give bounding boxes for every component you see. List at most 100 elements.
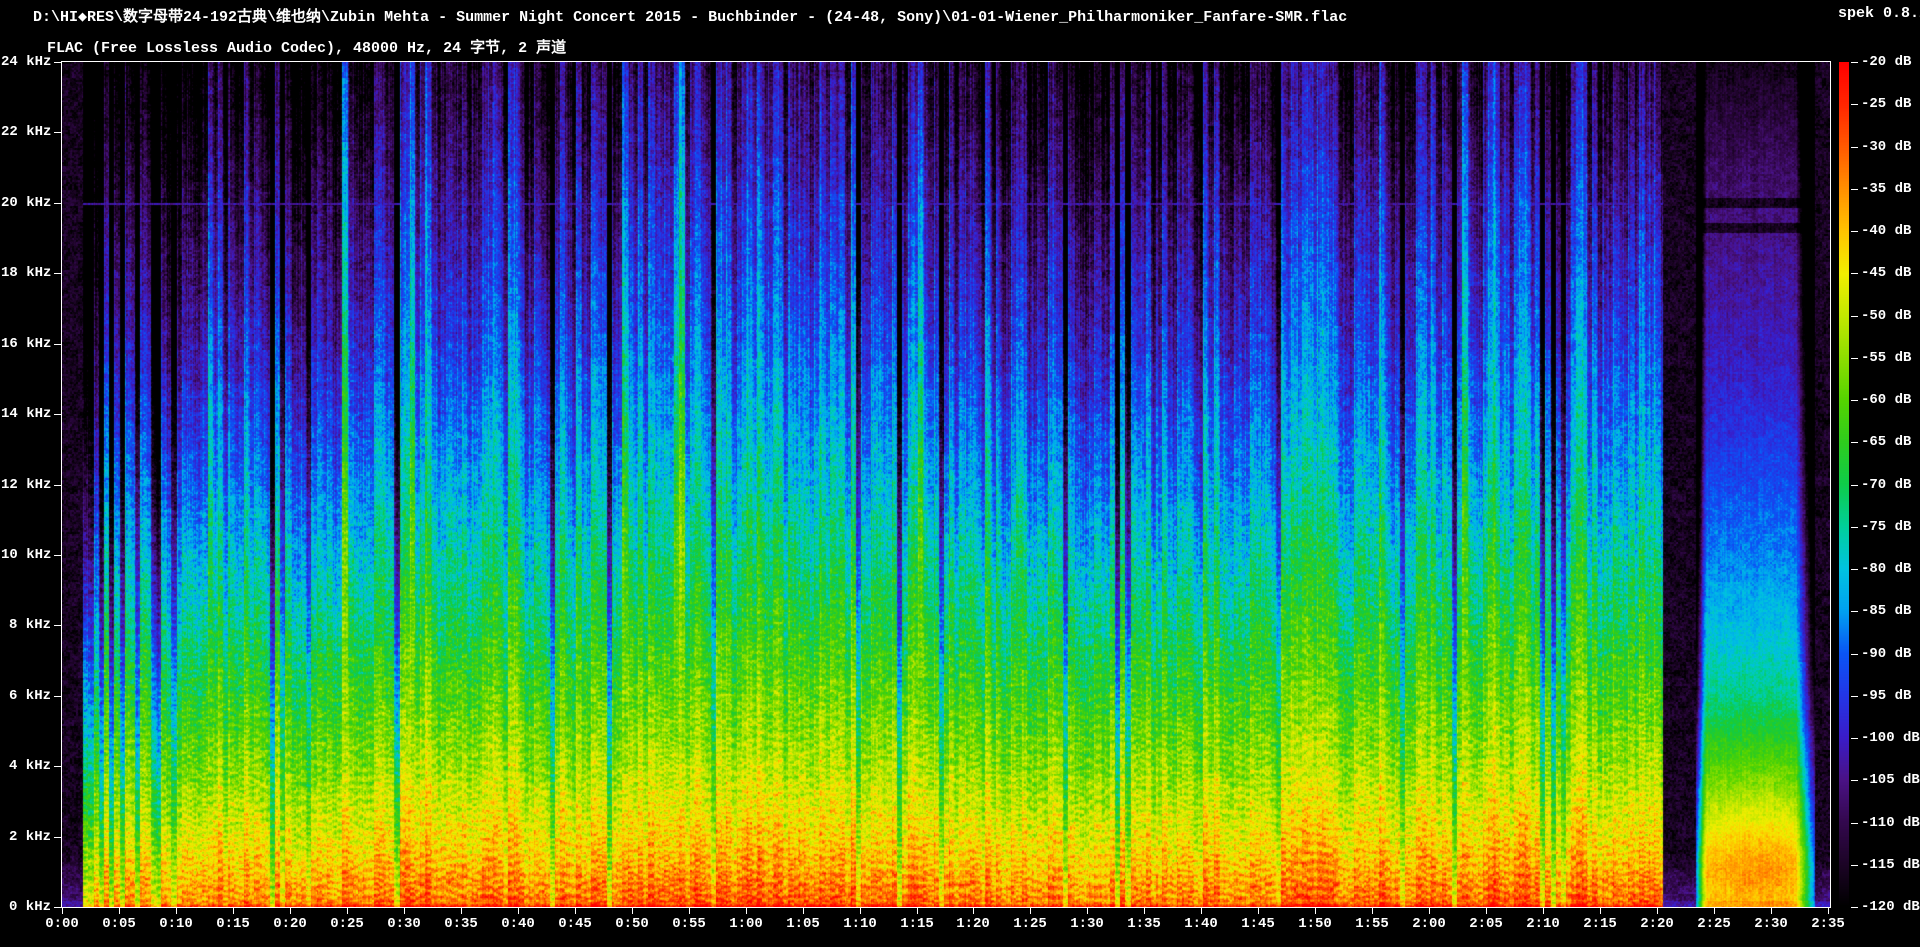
time-tick — [632, 908, 633, 914]
legend-tick-label: -30 dB — [1861, 140, 1911, 154]
time-tick-label: 1:25 — [998, 917, 1062, 931]
legend-tick-label: -55 dB — [1861, 351, 1911, 365]
time-tick-label: 2:20 — [1625, 917, 1689, 931]
time-tick-label: 1:50 — [1283, 917, 1347, 931]
time-tick-label: 1:10 — [828, 917, 892, 931]
time-tick-label: 2:30 — [1739, 917, 1803, 931]
time-tick — [404, 908, 405, 914]
time-tick — [518, 908, 519, 914]
time-tick-label: 2:00 — [1397, 917, 1461, 931]
legend-tick — [1851, 527, 1858, 528]
frequency-tick-label: 16 kHz — [1, 337, 51, 351]
time-tick-label: 0:35 — [429, 917, 493, 931]
legend-tick-label: -50 dB — [1861, 309, 1911, 323]
app-version-label: spek 0.8.2 — [1838, 5, 1920, 22]
time-tick — [290, 908, 291, 914]
legend-tick-label: -95 dB — [1861, 689, 1911, 703]
time-tick-label: 0:50 — [600, 917, 664, 931]
time-tick-label: 0:25 — [315, 917, 379, 931]
time-tick — [973, 908, 974, 914]
frequency-tick-label: 6 kHz — [1, 689, 51, 703]
frequency-tick-label: 24 kHz — [1, 55, 51, 69]
legend-tick — [1851, 147, 1858, 148]
legend-tick-label: -100 dB — [1861, 731, 1920, 745]
legend-tick — [1851, 696, 1858, 697]
legend-tick-label: -75 dB — [1861, 520, 1911, 534]
legend-tick — [1851, 907, 1858, 908]
time-tick-label: 1:40 — [1169, 917, 1233, 931]
time-tick — [575, 908, 576, 914]
legend-tick-label: -20 dB — [1861, 55, 1911, 69]
frequency-tick-label: 8 kHz — [1, 618, 51, 632]
time-tick-label: 1:45 — [1226, 917, 1290, 931]
time-tick — [1087, 908, 1088, 914]
time-tick-label: 1:35 — [1112, 917, 1176, 931]
frequency-tick — [54, 344, 61, 345]
frequency-tick-label: 18 kHz — [1, 266, 51, 280]
time-tick — [803, 908, 804, 914]
time-tick-label: 0:00 — [30, 917, 94, 931]
legend-tick-label: -40 dB — [1861, 224, 1911, 238]
time-tick — [689, 908, 690, 914]
frequency-tick-label: 2 kHz — [1, 830, 51, 844]
legend-tick — [1851, 569, 1858, 570]
time-tick — [62, 908, 63, 914]
time-tick-label: 0:15 — [201, 917, 265, 931]
time-tick-label: 0:55 — [657, 917, 721, 931]
time-tick-label: 2:15 — [1568, 917, 1632, 931]
time-tick-label: 0:10 — [144, 917, 208, 931]
legend-tick — [1851, 611, 1858, 612]
legend-tick-label: -110 dB — [1861, 816, 1920, 830]
legend-tick — [1851, 654, 1858, 655]
time-tick — [917, 908, 918, 914]
time-tick-label: 1:15 — [885, 917, 949, 931]
legend-tick-label: -80 dB — [1861, 562, 1911, 576]
frequency-tick-label: 10 kHz — [1, 548, 51, 562]
frequency-tick — [54, 273, 61, 274]
legend-tick — [1851, 485, 1858, 486]
frequency-tick — [54, 62, 61, 63]
legend-tick — [1851, 189, 1858, 190]
legend-tick — [1851, 273, 1858, 274]
time-tick-label: 0:30 — [372, 917, 436, 931]
legend-tick — [1851, 738, 1858, 739]
time-tick — [1030, 908, 1031, 914]
time-tick — [860, 908, 861, 914]
time-tick — [1771, 908, 1772, 914]
legend-tick-label: -25 dB — [1861, 97, 1911, 111]
time-tick-label: 2:10 — [1511, 917, 1575, 931]
legend-tick — [1851, 442, 1858, 443]
frequency-tick-label: 14 kHz — [1, 407, 51, 421]
frequency-tick — [54, 907, 61, 908]
time-tick-label: 0:40 — [486, 917, 550, 931]
legend-tick-label: -105 dB — [1861, 773, 1920, 787]
time-tick — [119, 908, 120, 914]
time-tick — [1828, 908, 1829, 914]
frequency-tick-label: 0 kHz — [1, 900, 51, 914]
legend-tick — [1851, 316, 1858, 317]
legend-tick — [1851, 358, 1858, 359]
frequency-tick-label: 12 kHz — [1, 478, 51, 492]
spectrogram-canvas — [62, 62, 1830, 907]
legend-tick-label: -90 dB — [1861, 647, 1911, 661]
frequency-tick-label: 22 kHz — [1, 125, 51, 139]
time-tick — [233, 908, 234, 914]
frequency-tick — [54, 485, 61, 486]
time-tick — [1201, 908, 1202, 914]
legend-tick-label: -35 dB — [1861, 182, 1911, 196]
frequency-tick — [54, 625, 61, 626]
frequency-tick — [54, 837, 61, 838]
time-tick-label: 1:20 — [941, 917, 1005, 931]
legend-tick-label: -70 dB — [1861, 478, 1911, 492]
time-tick — [1429, 908, 1430, 914]
legend-tick — [1851, 62, 1858, 63]
spectrogram-frame — [61, 61, 1831, 908]
time-tick-label: 1:05 — [771, 917, 835, 931]
legend-tick-label: -120 dB — [1861, 900, 1920, 914]
time-tick — [1372, 908, 1373, 914]
frequency-tick — [54, 203, 61, 204]
time-tick — [746, 908, 747, 914]
file-path-title: D:\HI◆RES\数字母带24-192古典\维也纳\Zubin Mehta -… — [33, 5, 1347, 26]
time-tick-label: 2:05 — [1454, 917, 1518, 931]
legend-tick-label: -115 dB — [1861, 858, 1920, 872]
